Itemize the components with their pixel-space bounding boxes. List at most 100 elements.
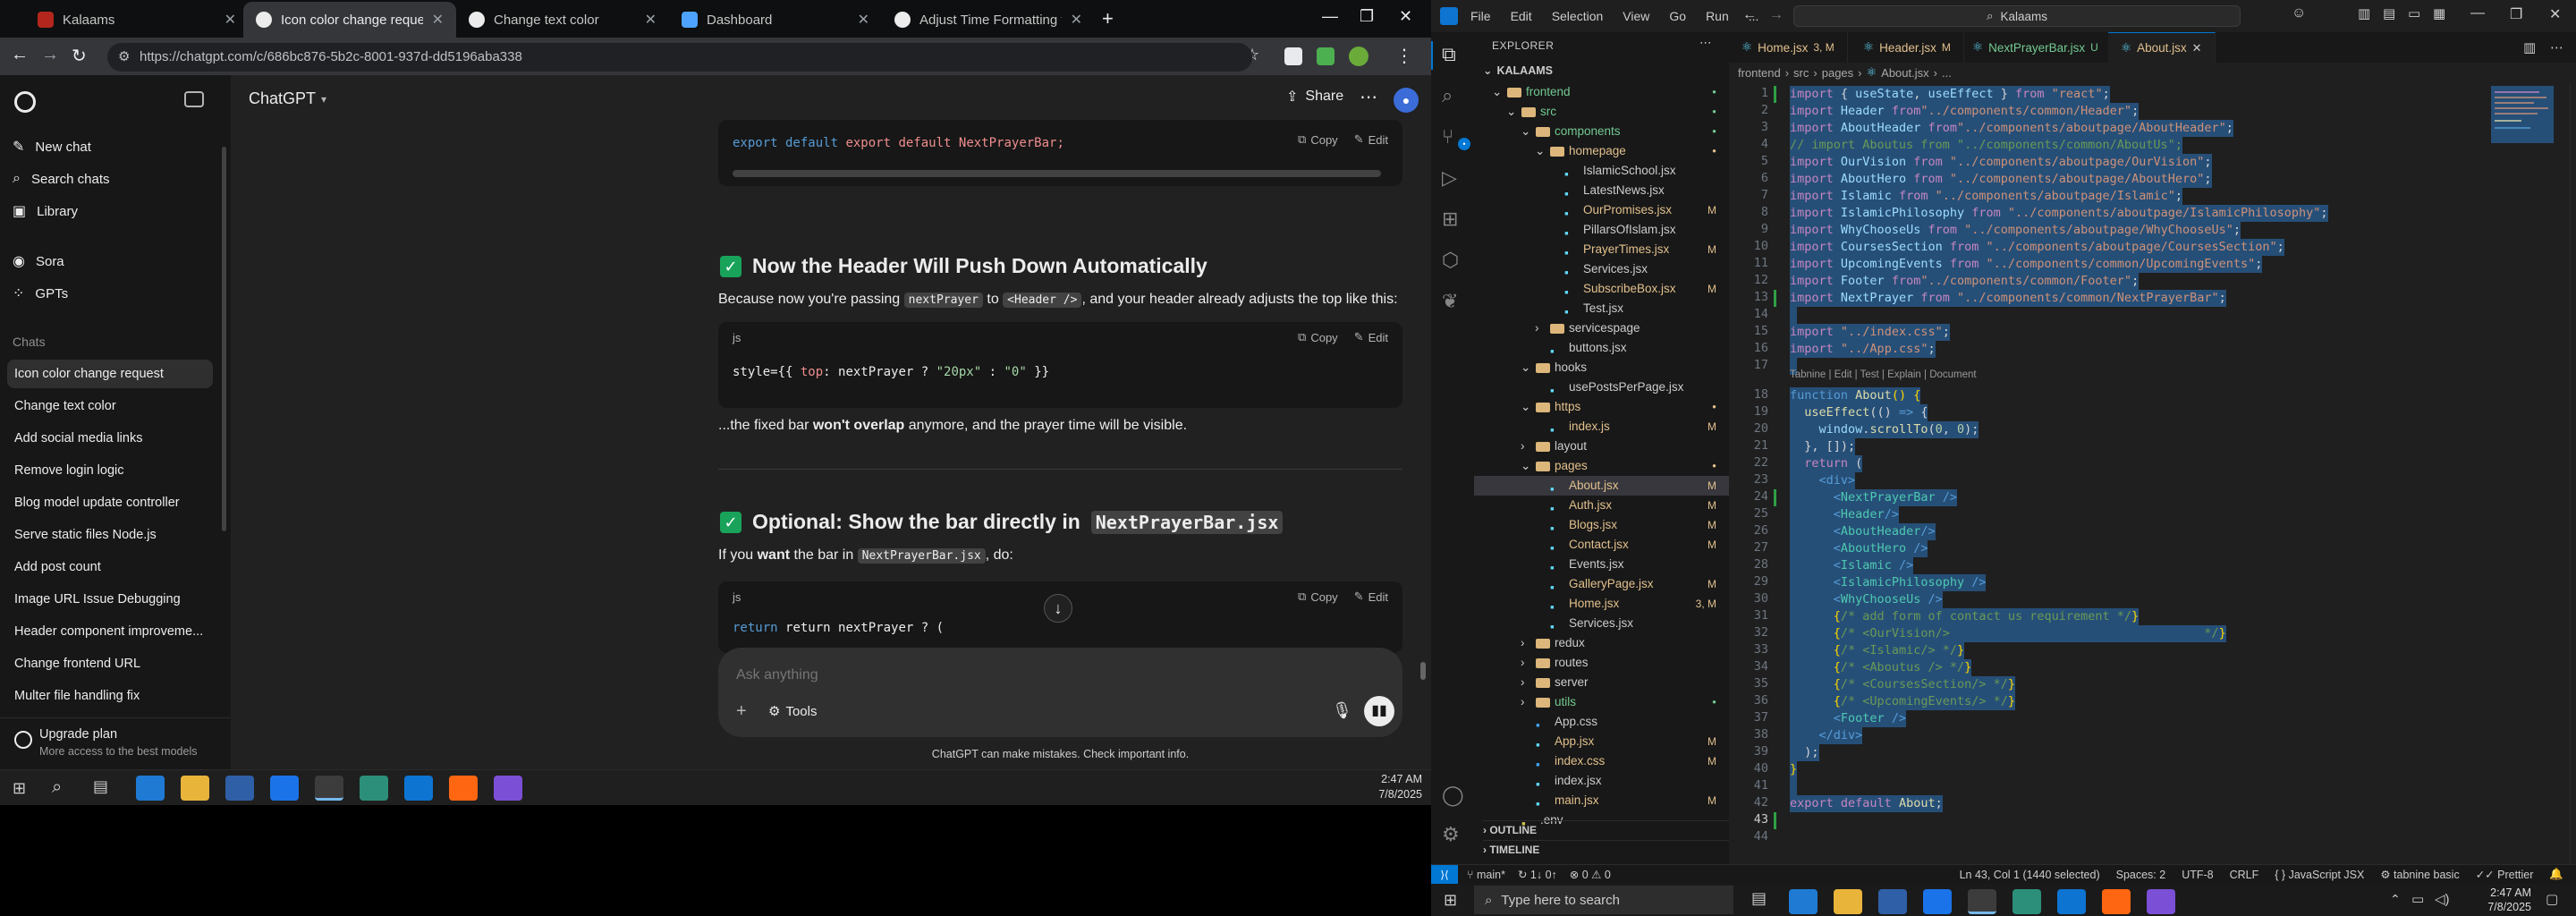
tray-chevron-icon[interactable]: ⌃ [2390, 892, 2401, 907]
browser-tab[interactable]: Change text color ✕ [456, 2, 669, 38]
run-debug-icon[interactable]: ▷ [1442, 166, 1457, 190]
code-line[interactable]: return ( [1790, 455, 1863, 472]
menu-run[interactable]: Run [1706, 9, 1729, 23]
vscode-icon[interactable] [404, 776, 433, 801]
menu-view[interactable]: View [1623, 9, 1649, 23]
extension-icon[interactable] [1317, 47, 1335, 65]
code-line[interactable]: {/* <OurVision/> */} [1790, 625, 2226, 642]
close-tab-icon[interactable]: ✕ [645, 11, 657, 29]
close-tab-icon[interactable]: ✕ [2192, 41, 2202, 55]
chat-item[interactable]: Multer file handling fix [13, 682, 213, 710]
tools-button[interactable]: ⚙ Tools [768, 703, 817, 720]
extension-icon[interactable] [1284, 47, 1302, 65]
code-line[interactable]: useEffect(() => { [1790, 404, 1928, 421]
file-tree-folder[interactable]: › server [1474, 673, 1729, 692]
chat-item-active[interactable]: Icon color change request [7, 360, 213, 388]
voice-mode-button[interactable]: ▮▮ [1364, 696, 1394, 726]
user-avatar[interactable]: ● [1394, 88, 1419, 113]
library-button[interactable]: ▣ Library [13, 197, 218, 225]
customize-layout-icon[interactable]: ▦ [2433, 5, 2445, 21]
remote-indicator-icon[interactable]: ⟩⟨ [1431, 865, 1458, 885]
mongodb-icon[interactable]: ❦ [1442, 290, 1458, 313]
code-line[interactable]: import OurVision from "../components/abo… [1790, 154, 2212, 171]
chrome-icon[interactable] [315, 776, 343, 801]
file-tree-file[interactable]: ▪ Test.jsx [1474, 299, 1729, 318]
model-selector[interactable]: ChatGPT ▾ [249, 89, 326, 108]
browser-tab[interactable]: Adjust Time Formatting for AM ✕ [882, 2, 1095, 38]
share-button[interactable]: ⇪ Share [1286, 88, 1343, 106]
more-options-icon[interactable]: ⋯ [1360, 86, 1377, 108]
chat-item[interactable]: Serve static files Node.js [13, 521, 213, 549]
file-tree-folder[interactable]: ⌄ hooks [1474, 358, 1729, 377]
edit-code-button[interactable]: ✎ Edit [1354, 589, 1388, 604]
chat-item[interactable]: Header component improveme... [13, 617, 213, 646]
file-tree-file[interactable]: ▪ index.jsx [1474, 771, 1729, 791]
explorer-icon[interactable]: ⧉ [1442, 43, 1456, 66]
code-line[interactable]: export default About; [1790, 795, 1943, 812]
chat-item[interactable]: Remove login logic [13, 456, 213, 485]
url-field[interactable]: ⚙ https://chatgpt.com/c/686bc876-5b2c-80… [107, 43, 1252, 72]
file-tree-folder[interactable]: ⌄ homepage ● [1474, 141, 1729, 161]
file-tree-folder[interactable]: ⌄ components ● [1474, 122, 1729, 141]
code-line[interactable]: <IslamicPhilosophy /> [1790, 574, 1987, 591]
chat-item[interactable]: Image URL Issue Debugging [13, 585, 213, 614]
close-window-icon[interactable]: ✕ [1399, 7, 1412, 26]
editor-tab[interactable]: ⚛ Header.jsx M [1851, 32, 1964, 63]
file-tree-file[interactable]: ▪ LatestNews.jsx [1474, 181, 1729, 200]
code-line[interactable]: window.scrollTo(0, 0); [1790, 421, 1979, 438]
search-icon[interactable]: ⌕ [52, 777, 62, 798]
edge-icon[interactable] [1789, 889, 1818, 914]
code-line[interactable]: ); [1790, 744, 1819, 761]
close-tab-icon[interactable]: ✕ [432, 11, 444, 29]
extensions-icon[interactable]: ⊞ [1442, 208, 1458, 231]
nav-forward-icon[interactable]: → [1769, 7, 1784, 23]
file-tree-folder[interactable]: ⌄ src ● [1474, 102, 1729, 122]
code-line[interactable] [1790, 778, 1798, 795]
file-tree-file[interactable]: ▪ GalleryPage.jsx M [1474, 574, 1729, 594]
copy-code-button[interactable]: ⧉ Copy [1298, 132, 1338, 147]
code-line[interactable]: import "../index.css"; [1790, 324, 1950, 341]
close-tab-icon[interactable]: ✕ [1071, 11, 1082, 29]
browser-tab[interactable]: Kalaams ✕ [25, 2, 249, 38]
code-line[interactable]: {/* <UpcomingEvents/> */} [1790, 693, 2015, 710]
new-tab-button[interactable]: + [1102, 7, 1114, 30]
file-tree-file[interactable]: ▪ IslamicSchool.jsx [1474, 161, 1729, 181]
search-icon[interactable]: ⌕ [1442, 84, 1453, 107]
code-line[interactable]: import CoursesSection from "../component… [1790, 239, 2284, 256]
menu-file[interactable]: File [1470, 9, 1491, 23]
file-tree-folder[interactable]: › servicespage [1474, 318, 1729, 338]
file-tree-file[interactable]: ▪ Contact.jsx M [1474, 535, 1729, 555]
mail-icon[interactable] [1923, 889, 1952, 914]
code-line[interactable]: }, []); [1790, 438, 1856, 455]
notifications-bell-icon[interactable]: 🔔 [2549, 868, 2563, 881]
menu-edit[interactable]: Edit [1511, 9, 1532, 23]
toggle-sidebar-icon[interactable]: ▤ [2383, 5, 2395, 21]
git-branch[interactable]: ⑂ main* [1467, 869, 1505, 881]
windows-start-icon[interactable]: ⊞ [13, 779, 30, 797]
code-line[interactable]: {/* <Islamic/> */} [1790, 642, 1965, 659]
problems-indicator[interactable]: ⊗ 0 ⚠ 0 [1570, 868, 1611, 881]
task-view-icon[interactable]: ▤ [1751, 889, 1767, 908]
language-mode[interactable]: { } JavaScript JSX [2275, 869, 2364, 881]
store-icon[interactable] [225, 776, 254, 801]
network-icon[interactable]: ▭ [2411, 891, 2424, 907]
code-line[interactable]: import AboutHero from "../components/abo… [1790, 171, 2212, 188]
edit-code-button[interactable]: ✎ Edit [1354, 330, 1388, 344]
code-line[interactable]: <Islamic /> [1790, 557, 1914, 574]
file-tree-file[interactable]: ▪ Home.jsx 3, M [1474, 594, 1729, 614]
git-sync[interactable]: ↻ 1↓ 0↑ [1518, 868, 1557, 881]
timeline-section[interactable]: › TIMELINE [1483, 840, 1729, 856]
workspace-root[interactable]: ⌄ KALAAMS [1483, 61, 1553, 81]
maximize-icon[interactable]: ❐ [1360, 7, 1374, 26]
edge-icon[interactable] [136, 776, 165, 801]
gpts-button[interactable]: ⁘ GPTs [13, 279, 218, 308]
openai-logo-icon[interactable] [14, 91, 36, 113]
file-tree-file[interactable]: ▪ index.css M [1474, 751, 1729, 771]
chat-item[interactable]: Add social media links [13, 424, 213, 453]
app-icon[interactable] [360, 776, 388, 801]
new-chat-button[interactable]: ✎ New chat [13, 132, 218, 161]
tabnine-status[interactable]: ⚙ tabnine basic [2380, 868, 2459, 881]
code-line[interactable]: import UpcomingEvents from "../component… [1790, 256, 2263, 273]
encoding[interactable]: UTF-8 [2182, 869, 2213, 881]
copy-code-button[interactable]: ⧉ Copy [1298, 330, 1338, 344]
